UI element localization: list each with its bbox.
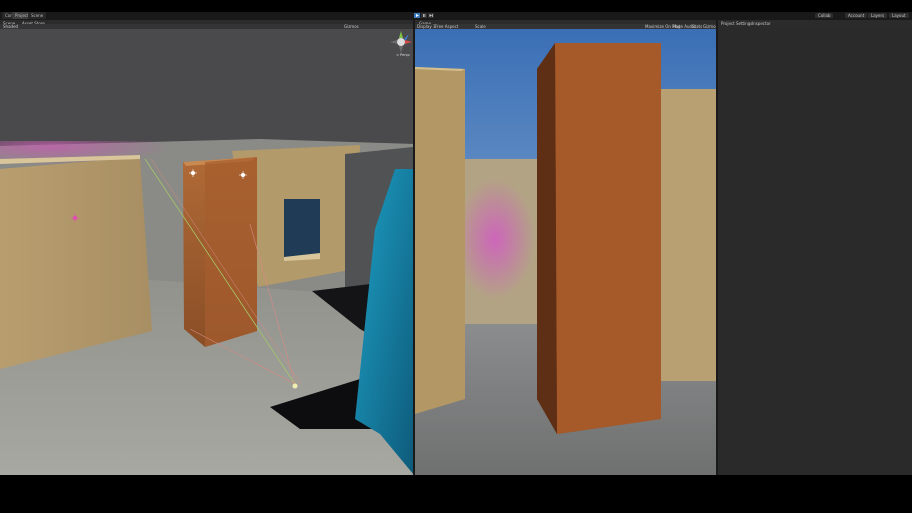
- tab-scene-top[interactable]: Scene: [28, 12, 47, 19]
- letterbox-top: [0, 0, 912, 12]
- collab-label: Collab: [818, 13, 831, 18]
- account-label: Account: [848, 13, 865, 18]
- layout-dropdown[interactable]: Layout: [889, 13, 909, 18]
- main-toolbar: [0, 12, 912, 20]
- layers-label: Layers: [871, 13, 885, 18]
- inspector-header: Project Settings Inspector: [718, 20, 912, 28]
- tab-project-settings[interactable]: Project Settings: [721, 21, 752, 26]
- tab-project-label: Project: [15, 13, 29, 18]
- scene-view[interactable]: < Persp: [0, 29, 414, 475]
- game-viewport-render: [415, 29, 717, 475]
- play-icon: [416, 14, 419, 17]
- letterbox-bottom: [0, 475, 912, 513]
- step-icon: [429, 14, 433, 17]
- inspector-panel: Project Settings Inspector: [718, 20, 912, 475]
- pink-light-icon[interactable]: [71, 214, 79, 223]
- point-light-icon-2[interactable]: [239, 171, 247, 180]
- collab-button[interactable]: Collab: [815, 13, 834, 18]
- layers-dropdown[interactable]: Layers: [868, 13, 888, 18]
- step-button[interactable]: [428, 13, 434, 18]
- play-button[interactable]: [414, 13, 420, 18]
- scene-orientation-gizmo[interactable]: [390, 31, 412, 54]
- persp-label[interactable]: < Persp: [396, 53, 410, 57]
- game-view[interactable]: [415, 29, 717, 475]
- tab-inspector[interactable]: Inspector: [752, 21, 771, 26]
- account-dropdown[interactable]: Account: [845, 13, 868, 18]
- layout-label: Layout: [892, 13, 906, 18]
- tab-scene-top-label: Scene: [31, 13, 44, 18]
- pause-icon: [423, 14, 426, 17]
- pause-button[interactable]: [421, 13, 427, 18]
- point-light-icon[interactable]: [189, 169, 197, 178]
- scene-viewport-render: [0, 29, 414, 475]
